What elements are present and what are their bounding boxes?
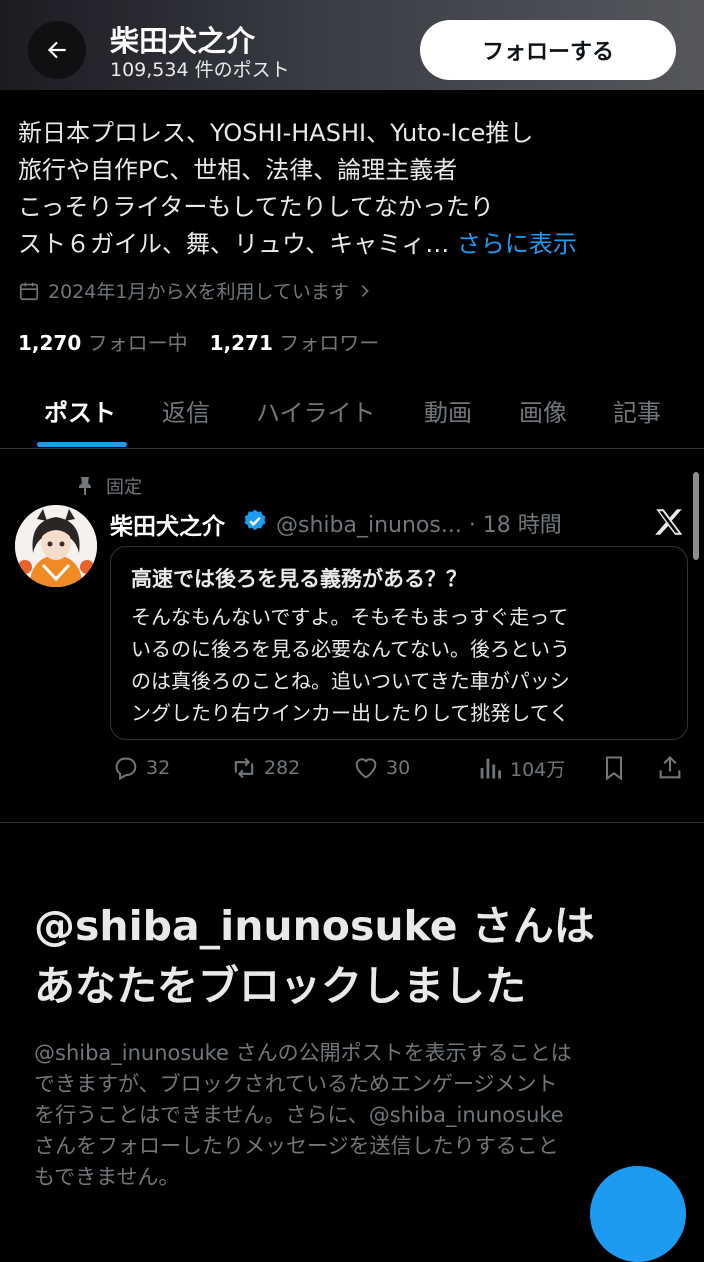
- x-logo-icon: [655, 509, 683, 535]
- show-more-link[interactable]: さらに表示: [457, 230, 577, 258]
- tab-replies[interactable]: 返信: [162, 393, 210, 428]
- share-button[interactable]: [656, 754, 684, 782]
- chevron-right-icon: [361, 284, 369, 297]
- share-icon: [659, 756, 681, 779]
- block-desc-line: を行うことはできません。さらに、@shiba_inunosuke: [34, 1103, 564, 1127]
- block-desc-line: さんをフォローしたりメッセージを送信したりすること: [34, 1134, 559, 1158]
- bio-line: 新日本プロレス、YOSHI-HASHI、Yuto-Ice推し: [18, 119, 534, 147]
- pinned-indicator: 固定: [76, 473, 142, 499]
- block-desc-line: できますが、ブロックされているためエンゲージメント: [34, 1072, 558, 1096]
- bookmark-icon: [605, 756, 623, 781]
- avatar[interactable]: [15, 505, 97, 587]
- bio-line: 旅行や自作PC、世相、法律、論理主義者: [18, 156, 458, 184]
- repost-count: 282: [264, 757, 301, 779]
- following-count: 1,270: [18, 331, 82, 355]
- bookmark-button[interactable]: [600, 754, 628, 782]
- verified-badge-icon: [244, 509, 266, 531]
- bio-line: こっそりライターもしてたりしてなかったり: [18, 193, 494, 221]
- scrollbar[interactable]: [693, 472, 699, 560]
- following-label: フォロー中: [87, 331, 188, 355]
- profile-header: 柴田犬之介 109,534 件のポスト フォローする: [0, 0, 704, 90]
- post-handle-time: @shiba_inunos... · 18 時間: [276, 507, 562, 539]
- views-button[interactable]: 104万: [476, 754, 565, 782]
- following-link[interactable]: 1,270 フォロー中: [18, 327, 188, 356]
- tab-highlights[interactable]: ハイライト: [256, 393, 376, 428]
- block-title-line: @shiba_inunosuke さんは: [34, 902, 595, 950]
- bio-line-text: スト６ガイル、舞、リュウ、キャミィ…: [18, 230, 450, 258]
- block-title-line: あなたをブロックしました: [34, 962, 526, 1010]
- quote-line: そんなもんないですよ。そもそもまっすぐ走って: [131, 605, 569, 629]
- post-time: · 18 時間: [468, 513, 562, 538]
- repost-button[interactable]: 282: [230, 754, 300, 782]
- tab-posts[interactable]: ポスト: [44, 393, 116, 428]
- avatar-image: [15, 505, 97, 587]
- tab-images[interactable]: 画像: [519, 393, 567, 428]
- followers-count: 1,271: [209, 331, 273, 355]
- calendar-icon: [19, 282, 39, 300]
- repost-icon: [234, 757, 254, 779]
- compose-fab-button[interactable]: [590, 1166, 686, 1262]
- header-name: 柴田犬之介: [110, 24, 256, 58]
- views-chart-icon: [480, 758, 501, 779]
- bio-line: スト６ガイル、舞、リュウ、キャミィ… さらに表示: [18, 226, 698, 263]
- joined-date[interactable]: 2024年1月からXを利用しています: [18, 277, 373, 304]
- quote-line: ングしたり右ウインカー出したりして挑発してく: [131, 701, 570, 725]
- block-notice-description: @shiba_inunosuke さんの公開ポストを表示することは できますが、…: [34, 1038, 684, 1193]
- pinned-label: 固定: [106, 477, 142, 498]
- quote-title: 高速では後ろを見る義務がある？？: [131, 567, 467, 591]
- reply-count: 32: [146, 757, 171, 779]
- like-button[interactable]: 30: [352, 754, 410, 782]
- post-actions: 32 282 30 104万: [110, 754, 690, 794]
- profile-bio: 新日本プロレス、YOSHI-HASHI、Yuto-Ice推し 旅行や自作PC、世…: [18, 115, 698, 263]
- tab-articles[interactable]: 記事: [613, 393, 661, 428]
- active-tab-indicator: [37, 442, 127, 447]
- followers-label: フォロワー: [279, 331, 380, 355]
- quote-line: のは真後ろのことね。追いついてきた車がパッシ: [131, 669, 570, 693]
- post-count: 109,534 件のポスト: [110, 59, 290, 81]
- reply-button[interactable]: 32: [112, 754, 170, 782]
- block-desc-line: もできません。: [34, 1165, 180, 1189]
- joined-text: 2024年1月からXを利用しています: [48, 281, 349, 303]
- tab-videos[interactable]: 動画: [424, 393, 472, 428]
- pin-icon: [79, 477, 91, 495]
- like-count: 30: [386, 757, 411, 779]
- post-author-name[interactable]: 柴田犬之介: [110, 507, 225, 541]
- heart-icon: [355, 758, 377, 779]
- followers-link[interactable]: 1,271 フォロワー: [210, 327, 380, 356]
- arrow-left-icon: [47, 41, 66, 59]
- divider: [0, 822, 704, 823]
- block-desc-line: @shiba_inunosuke さんの公開ポストを表示することは: [34, 1041, 572, 1065]
- post-handle[interactable]: @shiba_inunos...: [276, 513, 462, 538]
- follow-button[interactable]: フォローする: [420, 20, 676, 80]
- reply-icon: [115, 757, 137, 781]
- follow-stats: 1,270 フォロー中 1,271 フォロワー: [18, 327, 379, 356]
- back-button[interactable]: [28, 21, 86, 79]
- profile-tabs: ポスト 返信 ハイライト 動画 画像 記事: [0, 385, 704, 449]
- quoted-article-card[interactable]: 高速では後ろを見る義務がある？？ そんなもんないですよ。そもそもまっすぐ走って …: [110, 546, 688, 740]
- quote-line: いるのに後ろを見る必要なんてない。後ろという: [131, 637, 570, 661]
- block-notice-title: @shiba_inunosuke さんは あなたをブロックしました: [34, 896, 684, 1016]
- view-count: 104万: [510, 758, 566, 781]
